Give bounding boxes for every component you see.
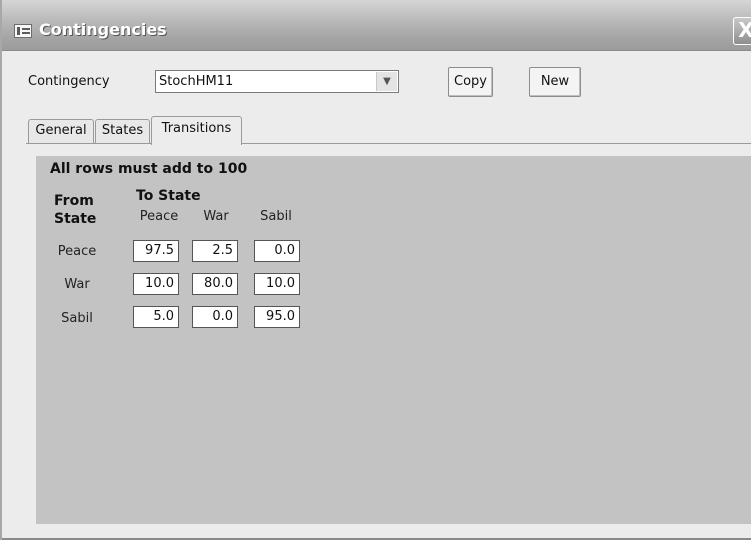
from-header-line2: State	[54, 211, 97, 227]
cell-war-to-war[interactable]: 80.0	[192, 273, 238, 295]
cell-war-to-peace[interactable]: 10.0	[133, 273, 179, 295]
contingency-label: Contingency	[28, 74, 110, 89]
cell-peace-to-sabil[interactable]: 0.0	[254, 240, 300, 262]
column-header-sabil: Sabil	[260, 209, 292, 224]
row-label-peace: Peace	[57, 244, 97, 259]
row-label-war: War	[64, 277, 90, 292]
contingency-value: StochHM11	[159, 74, 234, 89]
title-bar[interactable]: Contingencies X	[2, 0, 751, 51]
cell-war-to-sabil[interactable]: 10.0	[254, 273, 300, 295]
chevron-down-icon[interactable]: ▼	[376, 72, 397, 91]
window-title: Contingencies	[39, 20, 167, 39]
column-header-war: War	[203, 209, 229, 224]
row-label-sabil: Sabil	[61, 311, 93, 326]
tab-states[interactable]: States	[95, 119, 150, 144]
cell-peace-to-war[interactable]: 2.5	[192, 240, 238, 262]
from-header-line1: From	[54, 193, 94, 209]
tab-general[interactable]: General	[28, 119, 94, 144]
close-button[interactable]: X	[733, 17, 751, 45]
cell-sabil-to-war[interactable]: 0.0	[192, 306, 238, 328]
form-icon	[14, 24, 32, 38]
contingency-combo[interactable]: StochHM11 ▼	[155, 70, 399, 93]
tab-transitions[interactable]: Transitions	[151, 116, 242, 145]
cell-peace-to-peace[interactable]: 97.5	[133, 240, 179, 262]
to-state-header: To State	[136, 188, 201, 204]
new-button[interactable]: New	[529, 67, 581, 97]
contingencies-window: Contingencies X Contingency StochHM11 ▼ …	[0, 0, 751, 540]
cell-sabil-to-peace[interactable]: 5.0	[133, 306, 179, 328]
rows-sum-note: All rows must add to 100	[50, 161, 248, 177]
close-icon: X	[738, 18, 751, 42]
cell-sabil-to-sabil[interactable]: 95.0	[254, 306, 300, 328]
column-header-peace: Peace	[139, 209, 179, 224]
tab-divider	[26, 143, 751, 144]
copy-button[interactable]: Copy	[448, 67, 493, 97]
